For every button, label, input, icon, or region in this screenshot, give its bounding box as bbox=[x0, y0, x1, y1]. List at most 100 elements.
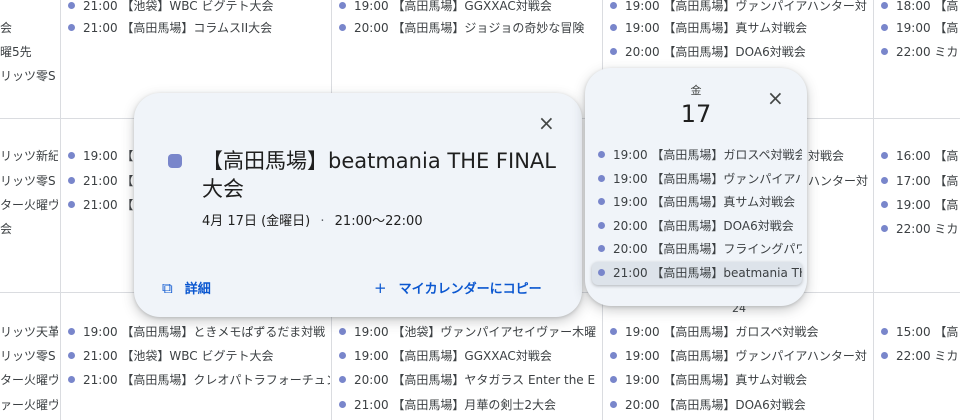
details-button[interactable]: ⧉ 詳細 bbox=[162, 278, 211, 297]
event-chip[interactable]: 19:00 【池袋】ヴァンパイアセイヴァー木曜 bbox=[333, 322, 601, 342]
event-dot bbox=[610, 328, 617, 335]
event-chip[interactable]: 会 bbox=[0, 219, 58, 239]
list-item[interactable]: 19:00 【高田馬場】ガロスペ対戦会 bbox=[592, 144, 802, 168]
event-text: 18:00 【高 bbox=[896, 0, 959, 13]
event-dot bbox=[881, 48, 888, 55]
event-chip[interactable]: 20:00 【高田馬場】DOA6対戦会 bbox=[604, 42, 872, 62]
event-dot bbox=[598, 174, 605, 182]
event-dot bbox=[68, 152, 75, 159]
event-chip[interactable]: 16:00 【高 bbox=[875, 146, 960, 166]
plus-icon: + bbox=[374, 279, 387, 297]
event-dot bbox=[68, 177, 75, 184]
event-dot bbox=[881, 24, 888, 31]
event-dot bbox=[881, 352, 888, 359]
event-chip[interactable]: 19:00 【高田馬場】ヴァンパイアハンター対 bbox=[604, 0, 872, 16]
event-text: リッツ天革 bbox=[0, 325, 58, 339]
event-dot bbox=[68, 2, 75, 9]
event-chip[interactable]: ター火曜ヴ bbox=[0, 195, 58, 215]
event-chip[interactable]: 19:00 【高 bbox=[875, 18, 960, 38]
event-text: ハンター対 bbox=[808, 174, 869, 188]
event-chip[interactable]: 19:00 【高田馬場】GGXXAC対戦会 bbox=[333, 0, 601, 16]
event-chip[interactable]: 22:00 ミカ bbox=[875, 42, 960, 62]
event-text: 21:00 【高田馬場】コラムスII大会 bbox=[83, 21, 273, 35]
event-chip[interactable]: 21:00 【高田馬場】月華の剣士2大会 bbox=[333, 395, 601, 415]
event-time: 21:00〜22:00 bbox=[334, 214, 423, 229]
event-chip[interactable]: 20:00 【高田馬場】ジョジョの奇妙な冒険 bbox=[333, 18, 601, 38]
close-icon[interactable]: × bbox=[538, 113, 555, 133]
event-dot bbox=[339, 328, 346, 335]
event-dot bbox=[610, 24, 617, 31]
event-text: ァー火曜ヴ bbox=[0, 398, 58, 412]
event-dot bbox=[610, 401, 617, 408]
event-text: 19:00 【高田馬場】真サム対戦会 bbox=[625, 21, 808, 35]
event-dot bbox=[598, 221, 605, 229]
list-item-selected[interactable]: 21:00 【高田馬場】beatmania THE FINAL 大会 bbox=[592, 261, 802, 285]
list-item[interactable]: 20:00 【高田馬場】DOA6対戦会 bbox=[592, 215, 802, 239]
event-text: 20:00 【高田馬場】ヤタガラス Enter the E bbox=[354, 373, 596, 387]
event-chip[interactable]: 対戦会 bbox=[808, 146, 872, 166]
event-chip[interactable]: 曜5先 bbox=[0, 42, 58, 62]
event-text: 19:00 【高田馬場】ガロスペ対戦会 bbox=[613, 148, 802, 162]
details-label: 詳細 bbox=[184, 282, 211, 297]
event-text: 19:00 【高田馬場】GGXXAC対戦会 bbox=[354, 0, 552, 13]
event-chip[interactable]: リッツ零S bbox=[0, 66, 58, 86]
event-chip[interactable]: 20:00 【高田馬場】DOA6対戦会 bbox=[604, 395, 872, 415]
event-text: 会 bbox=[0, 222, 13, 236]
event-chip[interactable]: 19:00 【高田馬場】GGXXAC対戦会 bbox=[333, 346, 601, 366]
event-text: 19:00 【高 bbox=[896, 198, 959, 212]
close-icon[interactable]: × bbox=[767, 88, 784, 108]
event-dot bbox=[881, 225, 888, 232]
event-chip[interactable]: 21:00 【高田馬場】クレオパトラフォーチュン bbox=[62, 370, 330, 390]
event-chip[interactable]: 22:00 ミカ bbox=[875, 219, 960, 239]
event-dot bbox=[598, 151, 605, 158]
event-text: 19:00 【高田馬場】ヴァンパイアハンター対 bbox=[613, 171, 802, 186]
event-chip[interactable]: リッツ新紀 bbox=[0, 146, 58, 166]
event-dot bbox=[610, 2, 617, 9]
event-text: 22:00 ミカ bbox=[896, 349, 959, 363]
event-chip[interactable]: 17:00 【高 bbox=[875, 171, 960, 191]
event-chip[interactable]: 19:00 【高 bbox=[875, 195, 960, 215]
event-dot bbox=[68, 201, 75, 208]
event-dot bbox=[68, 376, 75, 383]
event-dot bbox=[339, 352, 346, 359]
event-text: ター火曜ヴ bbox=[0, 373, 58, 387]
event-dot bbox=[610, 48, 617, 55]
event-chip[interactable]: 19:00 【高田馬場】ときメモぱずるだま対戦 bbox=[62, 322, 330, 342]
event-chip[interactable]: 21:00 【高田馬場】コラムスII大会 bbox=[62, 18, 330, 38]
event-text: 20:00 【高田馬場】DOA6対戦会 bbox=[625, 398, 806, 412]
event-chip[interactable]: ァー火曜ヴ bbox=[0, 395, 58, 415]
event-chip[interactable]: 21:00 【池袋】WBC ビグテト大会 bbox=[62, 0, 330, 16]
event-chip[interactable]: 15:00 【高 bbox=[875, 322, 960, 342]
event-text: 16:00 【高 bbox=[896, 149, 959, 163]
event-chip[interactable]: 19:00 【高田馬場】ヴァンパイアハンター対 bbox=[604, 346, 872, 366]
event-chip[interactable]: 18:00 【高 bbox=[875, 0, 960, 16]
list-item[interactable]: 19:00 【高田馬場】ヴァンパイアハンター対 bbox=[592, 168, 802, 192]
event-chip[interactable]: リッツ天革 bbox=[0, 322, 58, 342]
event-title: 【高田馬場】beatmania THE FINAL 大会 bbox=[202, 149, 556, 201]
event-chip[interactable]: 22:00 ミカ bbox=[875, 346, 960, 366]
event-chip[interactable]: 会 bbox=[0, 18, 58, 38]
event-chip[interactable]: 19:00 【高田馬場】真サム対戦会 bbox=[604, 370, 872, 390]
list-item[interactable]: 20:00 【高田馬場】フライングパワーディスク bbox=[592, 238, 802, 262]
event-text: 20:00 【高田馬場】DOA6対戦会 bbox=[613, 218, 794, 233]
event-text: 会 bbox=[0, 21, 13, 35]
event-text: 15:00 【高 bbox=[896, 325, 959, 339]
event-dot bbox=[598, 268, 605, 276]
event-chip[interactable]: 19:00 【高田馬場】真サム対戦会 bbox=[604, 18, 872, 38]
event-chip[interactable]: リッツ零S bbox=[0, 171, 58, 191]
day-events-popup: 金 17 × 19:00 【高田馬場】ガロスペ対戦会 19:00 【高田馬場】ヴ… bbox=[585, 68, 807, 306]
copy-to-my-calendar-button[interactable]: + マイカレンダーにコピー bbox=[374, 278, 542, 297]
event-dot bbox=[68, 24, 75, 31]
event-dot bbox=[339, 2, 346, 9]
event-chip[interactable]: 20:00 【高田馬場】ヤタガラス Enter the E bbox=[333, 370, 601, 390]
day-event-list: 19:00 【高田馬場】ガロスペ対戦会 19:00 【高田馬場】ヴァンパイアハン… bbox=[592, 144, 802, 285]
event-text: 21:00 【高田馬場】クレオパトラフォーチュン bbox=[83, 373, 330, 387]
event-chip[interactable]: ター火曜ヴ bbox=[0, 370, 58, 390]
event-chip[interactable]: 19:00 【高田馬場】ガロスペ対戦会 bbox=[604, 322, 872, 342]
event-chip[interactable]: ハンター対 bbox=[808, 171, 872, 191]
list-item[interactable]: 19:00 【高田馬場】真サム対戦会 bbox=[592, 191, 802, 215]
event-text: 21:00 【池袋】WBC ビグテト大会 bbox=[83, 0, 274, 13]
event-dot bbox=[881, 177, 888, 184]
event-chip[interactable]: 21:00 【池袋】WBC ビグテト大会 bbox=[62, 346, 330, 366]
event-chip[interactable]: リッツ零S bbox=[0, 346, 58, 366]
